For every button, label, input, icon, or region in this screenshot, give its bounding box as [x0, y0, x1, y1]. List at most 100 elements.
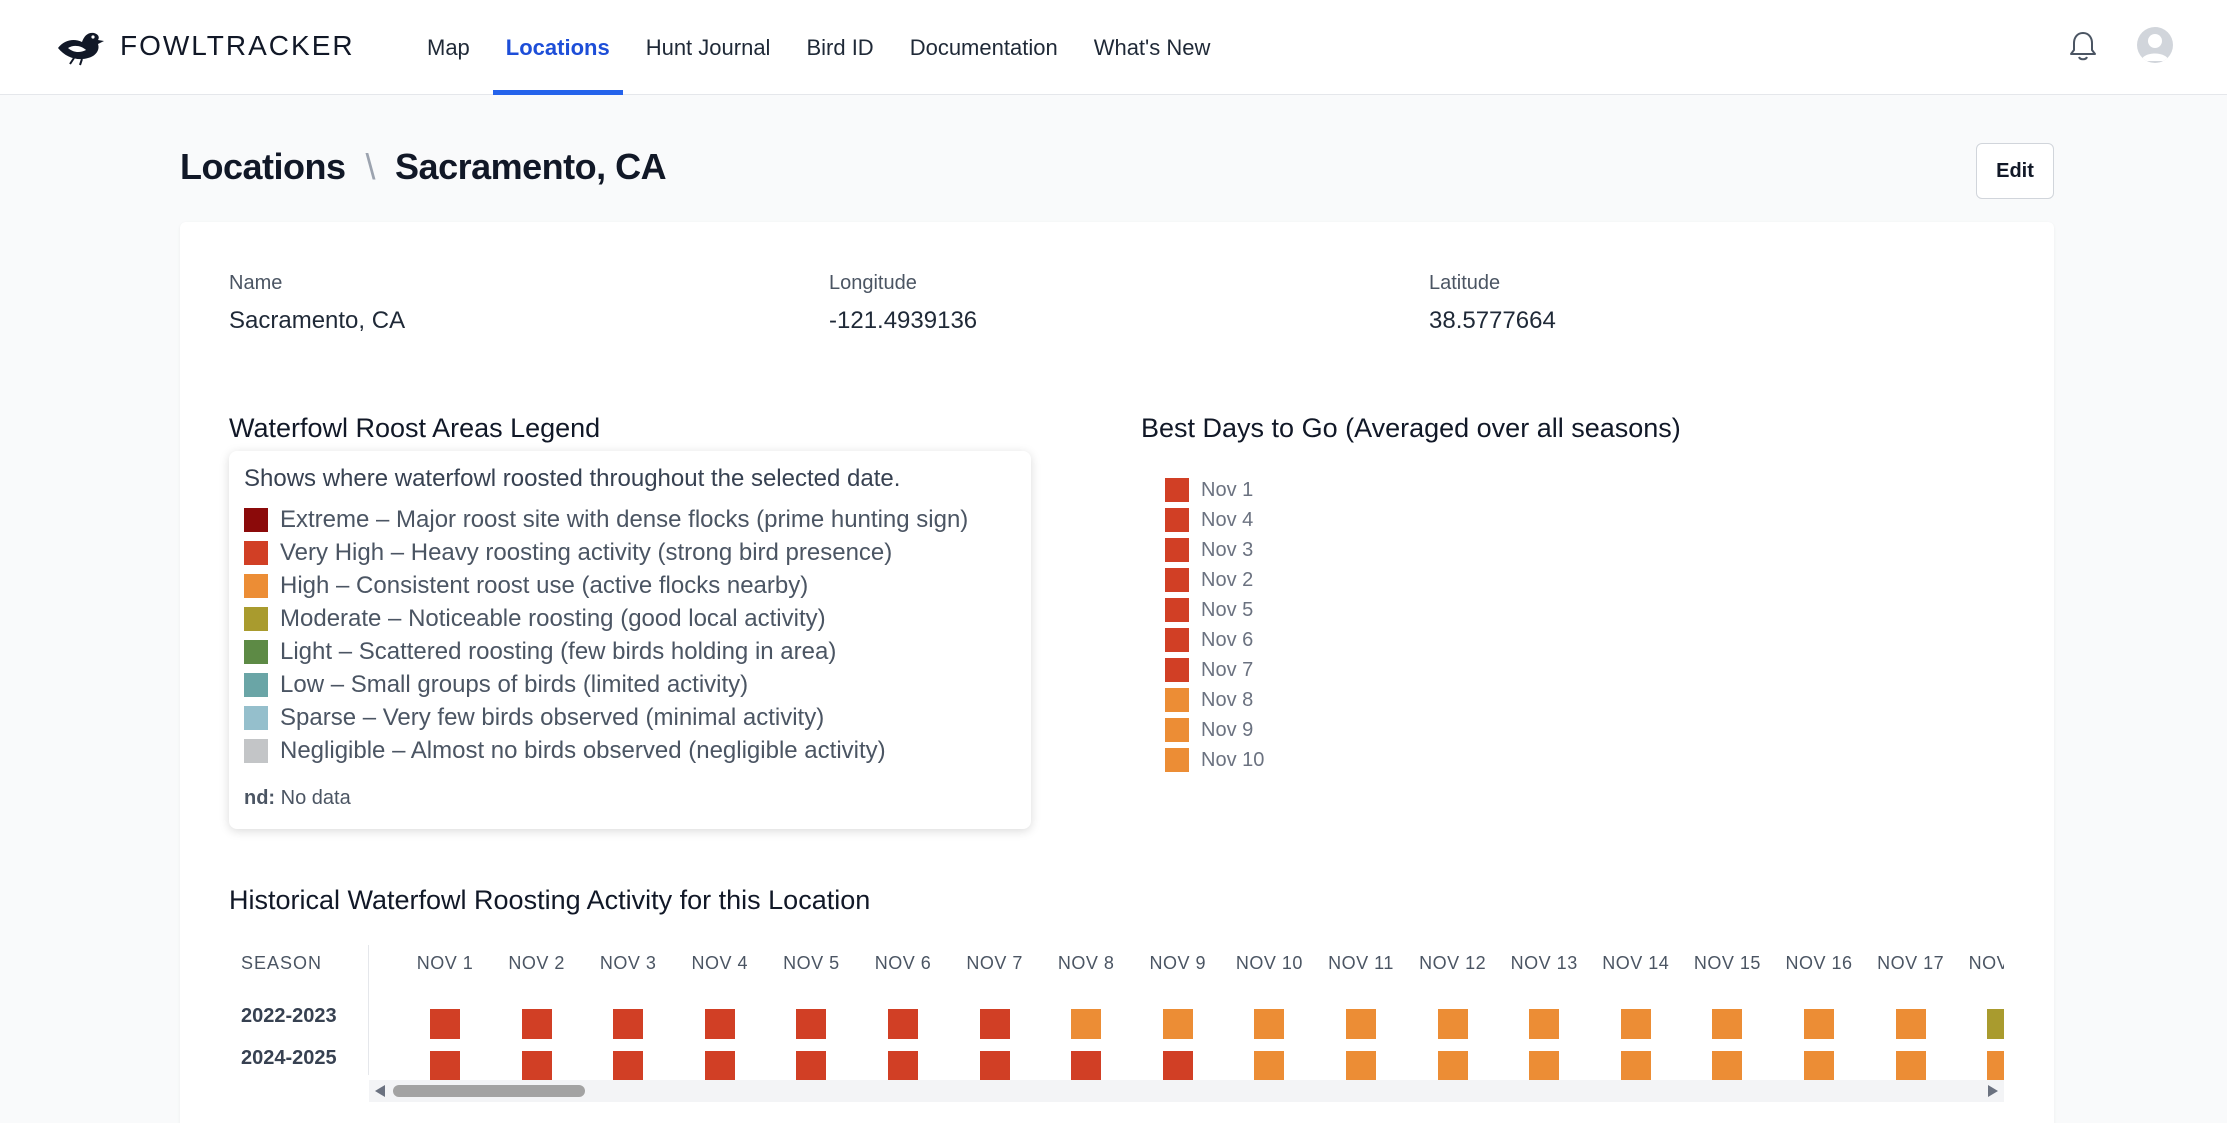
activity-cell[interactable] [1071, 1051, 1102, 1081]
activity-cell[interactable] [704, 1009, 735, 1039]
horizontal-scrollbar[interactable] [369, 1080, 2004, 1102]
scroll-left-arrow-icon[interactable] [375, 1085, 385, 1097]
activity-cell[interactable] [1620, 1051, 1651, 1081]
day-column-header: NOV 3 [599, 953, 657, 973]
legend-item-label: High – Consistent roost use (active floc… [280, 571, 809, 599]
best-day-label: Nov 10 [1201, 748, 1265, 771]
history-table[interactable]: SEASON 2022-2023 2024-2025 NOV 1 NOV 2 NOV … [229, 945, 2004, 1123]
activity-cell[interactable] [1437, 1051, 1468, 1081]
day-column-header: NOV 2 [508, 953, 565, 973]
best-day-label: Nov 5 [1201, 598, 1254, 621]
legend-item: Very High – Heavy roosting activity (str… [244, 536, 1016, 569]
best-day-swatch [1165, 478, 1189, 502]
activity-cell[interactable] [521, 1009, 552, 1039]
legend-swatch [244, 573, 268, 598]
activity-cell[interactable] [979, 1051, 1010, 1081]
best-day-swatch [1165, 748, 1189, 772]
activity-cell[interactable] [613, 1051, 644, 1081]
day-column-header: NOV 4 [691, 953, 749, 973]
top-navigation-bar: FOWLTRACKER Map Locations Hunt Journal B… [0, 0, 2227, 95]
edit-button[interactable]: Edit [1976, 143, 2054, 199]
activity-cell[interactable] [430, 1009, 460, 1039]
activity-cell[interactable] [1804, 1051, 1834, 1081]
activity-cell[interactable] [796, 1051, 827, 1081]
legend-swatch [244, 738, 268, 763]
legend-no-data: nd: No data [244, 787, 1016, 810]
activity-cell[interactable] [1346, 1009, 1376, 1039]
best-day-label: Nov 2 [1201, 568, 1254, 591]
page-title: Sacramento, CA [395, 146, 667, 187]
best-day-swatch [1165, 538, 1189, 562]
longitude-label: Longitude [829, 272, 917, 294]
best-day-item: Nov 3 [1165, 535, 1264, 565]
activity-cell[interactable] [979, 1009, 1010, 1039]
day-column-header: NOV 7 [966, 953, 1023, 973]
nav-bird-id[interactable]: Bird ID [793, 0, 886, 95]
user-avatar-icon[interactable] [2137, 27, 2173, 63]
best-day-swatch [1165, 628, 1189, 652]
nav-locations[interactable]: Locations [492, 0, 623, 95]
nav-whats-new[interactable]: What's New [1081, 0, 1224, 95]
activity-cell[interactable] [1162, 1051, 1193, 1081]
day-column-header: NOV 11 [1328, 953, 1394, 973]
nav-map[interactable]: Map [414, 0, 483, 95]
activity-cell[interactable] [1162, 1009, 1193, 1039]
activity-cell[interactable] [1529, 1009, 1560, 1039]
activity-cell[interactable] [1712, 1051, 1743, 1081]
activity-cell[interactable] [888, 1009, 918, 1039]
season-label: 2024-2025 [241, 1047, 337, 1069]
longitude-value: -121.4939136 [829, 307, 978, 334]
legend-item-label: Extreme – Major roost site with dense fl… [280, 505, 969, 533]
activity-cell[interactable] [1987, 1051, 2004, 1081]
activity-cell[interactable] [704, 1051, 735, 1081]
activity-cell[interactable] [1620, 1009, 1651, 1039]
best-day-label: Nov 9 [1201, 718, 1254, 741]
best-day-item: Nov 10 [1165, 745, 1264, 775]
day-column-header: NOV 9 [1149, 953, 1207, 973]
activity-cell[interactable] [1071, 1009, 1102, 1039]
name-value: Sacramento, CA [229, 307, 406, 334]
latitude-field: Latitude 38.5777664 [1429, 272, 1556, 335]
breadcrumb-separator: \ [365, 146, 376, 187]
latitude-label: Latitude [1429, 272, 1501, 294]
best-days-list: Nov 1 Nov 4 Nov 3 Nov 2 Nov 5 Nov 6 Nov 7 Nov 8… [1165, 475, 1264, 775]
activity-cell[interactable] [796, 1009, 827, 1039]
season-label: 2022-2023 [241, 1005, 337, 1027]
activity-cell[interactable] [1987, 1009, 2004, 1039]
best-day-swatch [1165, 658, 1189, 682]
location-card: Name Sacramento, CA Longitude -121.49391… [180, 222, 2054, 1123]
best-day-label: Nov 3 [1201, 538, 1254, 561]
roost-legend: Shows where waterfowl roosted throughout… [229, 451, 1031, 829]
activity-cell[interactable] [430, 1051, 460, 1081]
day-column-header: NOV 5 [783, 953, 840, 973]
legend-item: Extreme – Major roost site with dense fl… [244, 503, 1016, 536]
brand[interactable]: FOWLTRACKER [54, 26, 355, 66]
activity-cell[interactable] [888, 1051, 918, 1081]
best-day-label: Nov 7 [1201, 658, 1254, 681]
activity-cell[interactable] [1437, 1009, 1468, 1039]
history-title: Historical Waterfowl Roosting Activity f… [229, 885, 871, 915]
legend-list: Extreme – Major roost site with dense fl… [244, 503, 1016, 767]
breadcrumb-locations[interactable]: Locations [180, 146, 346, 188]
activity-cell[interactable] [1254, 1009, 1285, 1039]
activity-cell[interactable] [1712, 1009, 1743, 1039]
nav-hunt-journal[interactable]: Hunt Journal [633, 0, 784, 95]
nav-documentation[interactable]: Documentation [897, 0, 1071, 95]
scrollbar-thumb[interactable] [393, 1085, 585, 1097]
bell-icon[interactable] [2068, 30, 2098, 62]
activity-cell[interactable] [1895, 1009, 1926, 1039]
legend-swatch [244, 672, 268, 697]
day-column-header: NOV 14 [1602, 953, 1670, 973]
day-column-header: NOV 1 [416, 953, 474, 973]
activity-cell[interactable] [1346, 1051, 1376, 1081]
activity-cell[interactable] [1804, 1009, 1834, 1039]
activity-cell[interactable] [1529, 1051, 1560, 1081]
day-column-header: NOV 12 [1419, 953, 1487, 973]
scroll-right-arrow-icon[interactable] [1988, 1085, 1998, 1097]
activity-cell[interactable] [521, 1051, 552, 1081]
brand-name: FOWLTRACKER [120, 30, 355, 61]
activity-cell[interactable] [613, 1009, 644, 1039]
activity-cell[interactable] [1254, 1051, 1285, 1081]
activity-cell[interactable] [1895, 1051, 1926, 1081]
duck-logo-icon [58, 32, 104, 66]
